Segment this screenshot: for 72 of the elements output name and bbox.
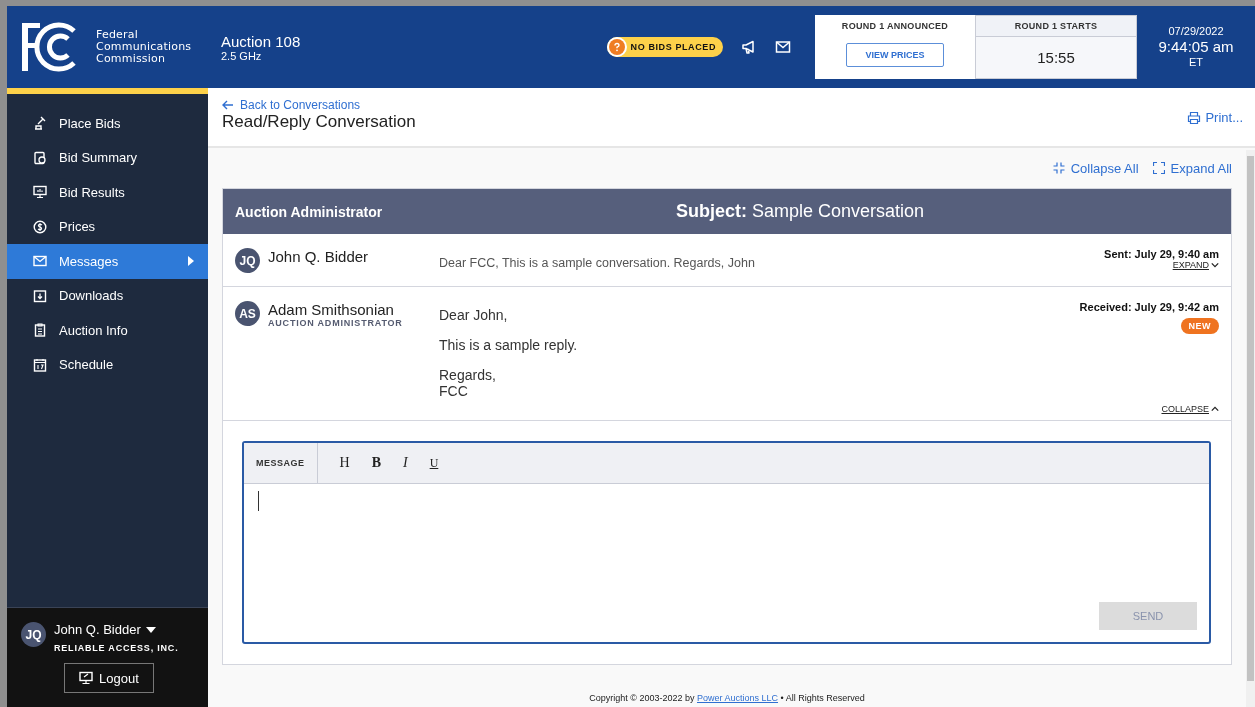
expand-icon [1152, 162, 1165, 174]
message-paragraph: This is a sample reply. [439, 337, 579, 353]
gavel-icon [33, 116, 47, 131]
clock-time: 9:44:05 am [1157, 38, 1235, 56]
sidebar-item[interactable]: Downloads [7, 278, 208, 313]
sidebar-item[interactable]: Bid Results [7, 175, 208, 210]
sender-name: Adam Smithsonian [268, 301, 395, 318]
round-label: ROUND 1 ANNOUNCED [841, 20, 949, 31]
sender-name: John Q. Bidder [268, 248, 369, 265]
clock-date: 07/29/2022 [1167, 24, 1225, 38]
scrollbar-thumb[interactable] [1247, 156, 1254, 681]
arrow-left-icon [222, 100, 234, 110]
caret-icon [145, 626, 156, 633]
monitor-icon [79, 671, 93, 685]
editor-label: MESSAGE [244, 443, 318, 483]
calendar-icon [33, 357, 47, 372]
chevron-up-icon [1211, 406, 1219, 412]
avatar: AS [235, 301, 260, 326]
caret-icon [188, 256, 194, 267]
format-button[interactable]: U [429, 455, 439, 471]
back-link[interactable]: Back to Conversations [222, 98, 416, 112]
sender-role: AUCTION ADMINISTRATOR [268, 318, 403, 328]
logout-button[interactable]: Logout [64, 663, 154, 693]
sidebar-item[interactable]: Messages [7, 244, 208, 279]
message-timestamp: Received: July 29, 9:42 am [1079, 301, 1219, 313]
new-badge: NEW [1180, 318, 1219, 334]
auction-title: Auction 108 [221, 32, 301, 50]
download-icon [33, 288, 47, 303]
bid-status-badge: NO BIDS PLACED [606, 37, 723, 57]
message-paragraph: Regards, FCC [439, 367, 497, 399]
question-icon [608, 39, 625, 55]
round-label: ROUND 1 STARTS [976, 16, 1136, 37]
document-icon [33, 323, 47, 338]
power-auctions-link[interactable]: Power Auctions LLC [697, 693, 779, 703]
envelope-icon[interactable] [775, 39, 791, 55]
conversation-subject: Subject: Sample Conversation [676, 201, 925, 222]
megaphone-icon[interactable] [741, 39, 757, 55]
agency-name: Federal Communications Commission [96, 29, 192, 65]
sidebar-item[interactable]: Auction Info [7, 313, 208, 348]
sidebar-item[interactable]: Bid Summary [7, 140, 208, 175]
collapse-icon [1052, 162, 1065, 174]
conversation-party: Auction Administrator [235, 203, 384, 220]
expand-link[interactable]: EXPAND [1172, 260, 1219, 270]
sidebar-item[interactable]: Schedule [7, 347, 208, 382]
sidebar-item[interactable]: Prices [7, 209, 208, 244]
envelope-icon [33, 254, 47, 269]
sidebar-item[interactable]: Place Bids [7, 106, 208, 141]
avatar: JQ [235, 248, 260, 273]
print-link[interactable]: Print... [1187, 110, 1243, 125]
page-title: Read/Reply Conversation [222, 112, 416, 132]
format-button[interactable]: I [403, 455, 408, 471]
printer-icon [1187, 110, 1202, 125]
frequency-label: 2.5 GHz [221, 49, 263, 62]
message-paragraph: Dear John, [439, 307, 509, 323]
user-menu[interactable]: John Q. Bidder [54, 622, 179, 637]
company-name: RELIABLE ACCESS, INC. [54, 643, 179, 653]
message-timestamp: Sent: July 29, 9:40 am [1104, 248, 1219, 260]
clipboard-icon [33, 150, 47, 165]
chevron-down-icon [1211, 262, 1219, 268]
dollar-icon [33, 219, 47, 234]
monitor-icon [33, 185, 47, 200]
copyright-text: Copyright © 2003-2022 by Power Auctions LLC • All Rights Reserved [588, 692, 866, 703]
collapse-all-link[interactable]: Collapse All [1052, 160, 1139, 176]
expand-all-link[interactable]: Expand All [1152, 160, 1232, 176]
format-button[interactable]: H [339, 455, 350, 471]
avatar: JQ [21, 622, 46, 647]
format-button[interactable]: B [371, 455, 381, 471]
message-preview: Dear FCC, This is a sample conversation. Regards, John [439, 255, 755, 270]
clock-zone: ET [1187, 56, 1205, 70]
collapse-link[interactable]: COLLAPSE [1161, 404, 1219, 414]
countdown: 15:55 [1037, 49, 1075, 66]
view-prices-button[interactable]: VIEW PRICES [846, 43, 944, 67]
